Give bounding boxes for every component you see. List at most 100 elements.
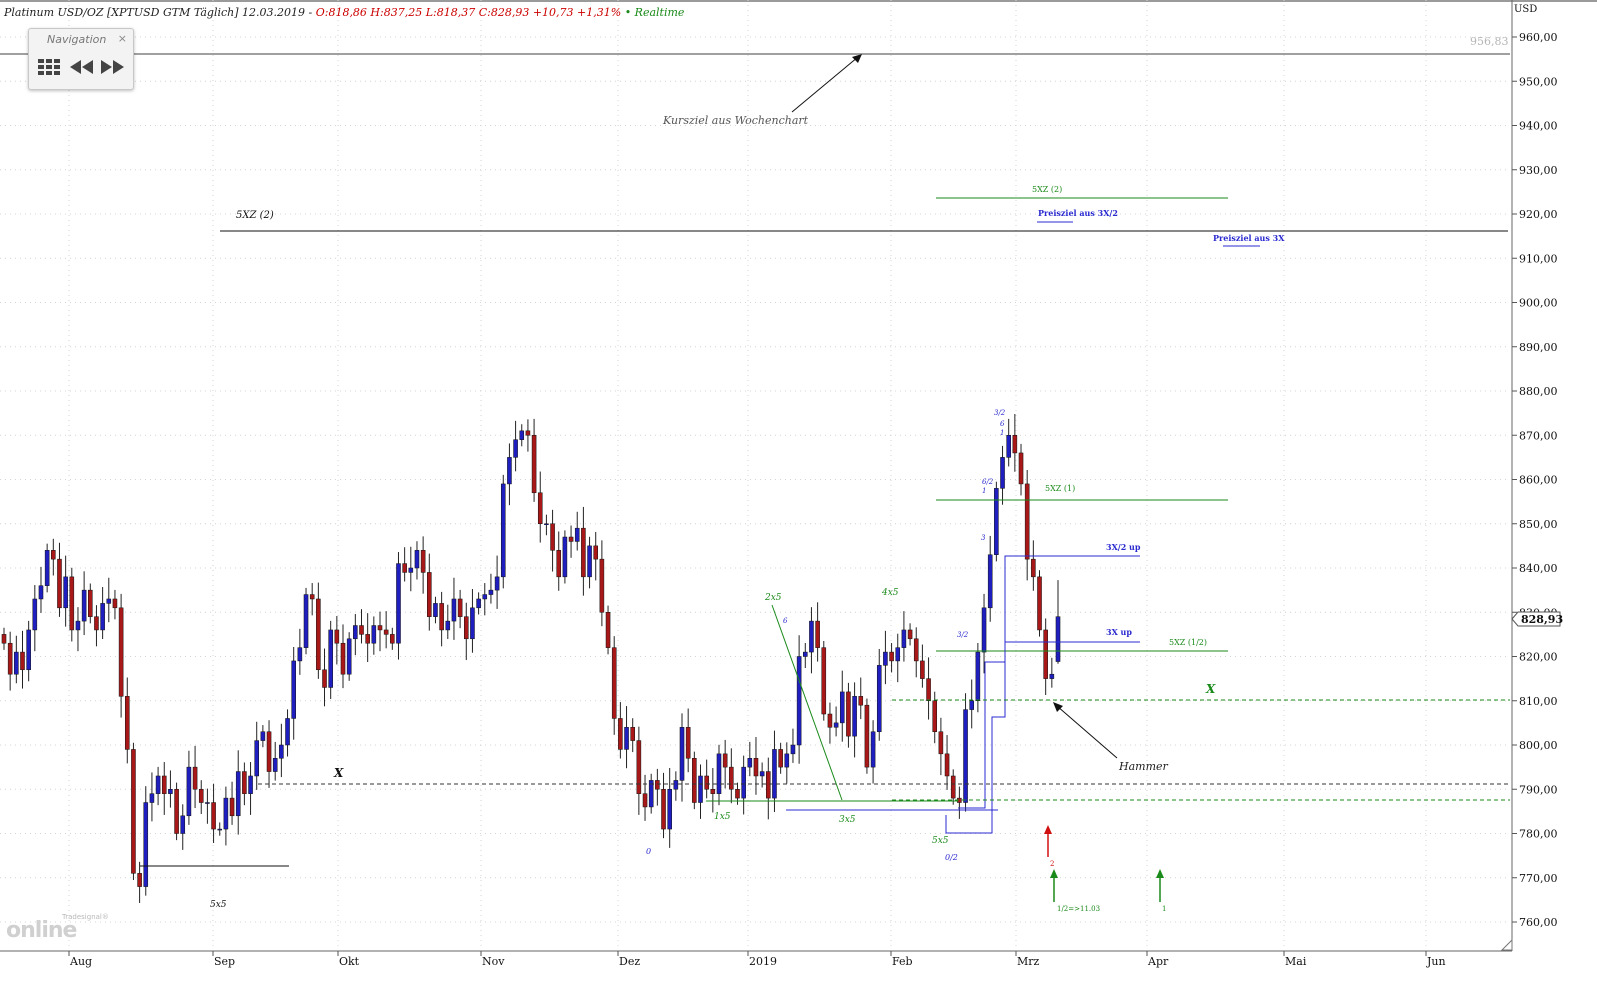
candle-body (630, 727, 635, 741)
candle-body (1043, 629, 1048, 679)
candle-body (759, 771, 765, 777)
candle-body (550, 523, 555, 551)
label-6-dec: 6 (783, 617, 788, 625)
instrument-label: Platinum USD/OZ [XPTUSD GTM Täglich] 12.… (4, 6, 313, 19)
x-tick-label: Apr (1147, 955, 1169, 968)
candle-body (784, 753, 790, 768)
candle-body (20, 651, 25, 671)
candle-body (476, 598, 481, 609)
candle-body (248, 775, 253, 794)
candle-body (1018, 452, 1024, 485)
candle-body (408, 567, 414, 573)
candle-body (803, 651, 808, 657)
candle-body (994, 488, 999, 555)
candle-body (920, 660, 925, 679)
candle-body (309, 594, 315, 600)
tradesignal-logo: Tradesignal® online (6, 913, 109, 943)
candle-body (852, 696, 857, 737)
candle-body (716, 753, 722, 794)
candle-body (667, 789, 672, 830)
candle-body (371, 625, 377, 644)
candle-body (242, 771, 247, 794)
candle-body (272, 758, 278, 772)
candle-body (1049, 673, 1055, 679)
candle-body (316, 598, 321, 671)
price-chart[interactable]: 760,00 770,00 780,00 790,00 800,00 810,00 820,… (0, 0, 1597, 991)
candle-body (753, 758, 759, 777)
candle-body (303, 594, 309, 648)
label-3-2-top: 3/2 (994, 409, 1006, 417)
candle-body (747, 758, 753, 768)
candle-body (932, 700, 938, 732)
rewind-icon[interactable] (69, 56, 95, 80)
candle-body (673, 780, 679, 790)
candle-body (698, 775, 703, 803)
candle-body (821, 647, 827, 715)
green-arrow-label: 1/2=>11.03 (1057, 905, 1100, 913)
candle-body (38, 585, 44, 600)
y-tick-label: 880,00 (1519, 385, 1558, 398)
watermark-big: online (6, 918, 77, 943)
candle-body (729, 766, 734, 790)
candle-body (513, 439, 518, 458)
candle-body (568, 536, 574, 542)
y-tick-label: 930,00 (1519, 164, 1558, 177)
candle-body (168, 789, 173, 794)
candle-body (186, 766, 192, 817)
candle-body (433, 603, 438, 617)
navigation-panel[interactable]: Navigation × (28, 28, 134, 90)
y-tick-label: 780,00 (1519, 828, 1558, 841)
grid-icon[interactable] (37, 56, 63, 80)
candle-body (414, 550, 420, 569)
candle-body (809, 620, 814, 653)
x-tick-label: Aug (69, 955, 92, 968)
candle-body (815, 620, 820, 648)
candle-body (593, 545, 599, 560)
y-tick-label: 760,00 (1519, 916, 1558, 929)
candle-body (260, 731, 266, 741)
candle-body (981, 607, 987, 653)
preisziel-3x2-label: Preisziel aus 3X/2 (1038, 208, 1118, 218)
candle-body (839, 691, 845, 724)
candle-body (383, 629, 389, 635)
fivexzhalf-label: 5XZ (1/2) (1169, 638, 1207, 647)
label-3: 3 (981, 534, 986, 542)
label-0: 0 (646, 847, 651, 856)
candle-body (69, 576, 75, 631)
y-tick-label: 940,00 (1519, 120, 1558, 133)
candle-body (1055, 616, 1061, 662)
threexup-label: 3X up (1106, 627, 1132, 637)
candle-body (51, 550, 56, 560)
candle-body (488, 589, 494, 595)
candle-body (192, 766, 198, 790)
candle-body (285, 718, 290, 746)
candle-body (778, 749, 783, 768)
candle-body (75, 620, 81, 631)
fivexz2-right-label: 5XZ (2) (1032, 185, 1062, 194)
candle-body (334, 629, 340, 644)
candle-body (235, 771, 241, 817)
candle-body (901, 629, 907, 648)
candle-body (766, 771, 771, 799)
close-icon[interactable]: × (118, 32, 127, 45)
fivexz1-label: 5XZ (1) (1045, 484, 1075, 493)
candle-body (322, 669, 327, 688)
candle-body (587, 545, 592, 578)
candle-body (297, 647, 303, 662)
candle-body (679, 727, 685, 781)
candle-body (340, 642, 346, 675)
label-4x5: 4x5 (881, 588, 899, 598)
chart-header: Platinum USD/OZ [XPTUSD GTM Täglich] 12.… (4, 6, 684, 19)
x-tick-label: Feb (892, 955, 913, 968)
fast-forward-icon[interactable] (99, 56, 125, 80)
label-2x5: 2x5 (764, 593, 782, 603)
candle-body (735, 789, 740, 799)
candle-body (907, 629, 913, 640)
candle-body (1024, 483, 1030, 560)
candle-body (790, 744, 796, 755)
x-tick-label: Mrz (1017, 955, 1040, 968)
candle-body (14, 651, 19, 675)
y-tick-label: 770,00 (1519, 872, 1558, 885)
candle-body (913, 638, 919, 662)
candle-body (507, 457, 512, 485)
